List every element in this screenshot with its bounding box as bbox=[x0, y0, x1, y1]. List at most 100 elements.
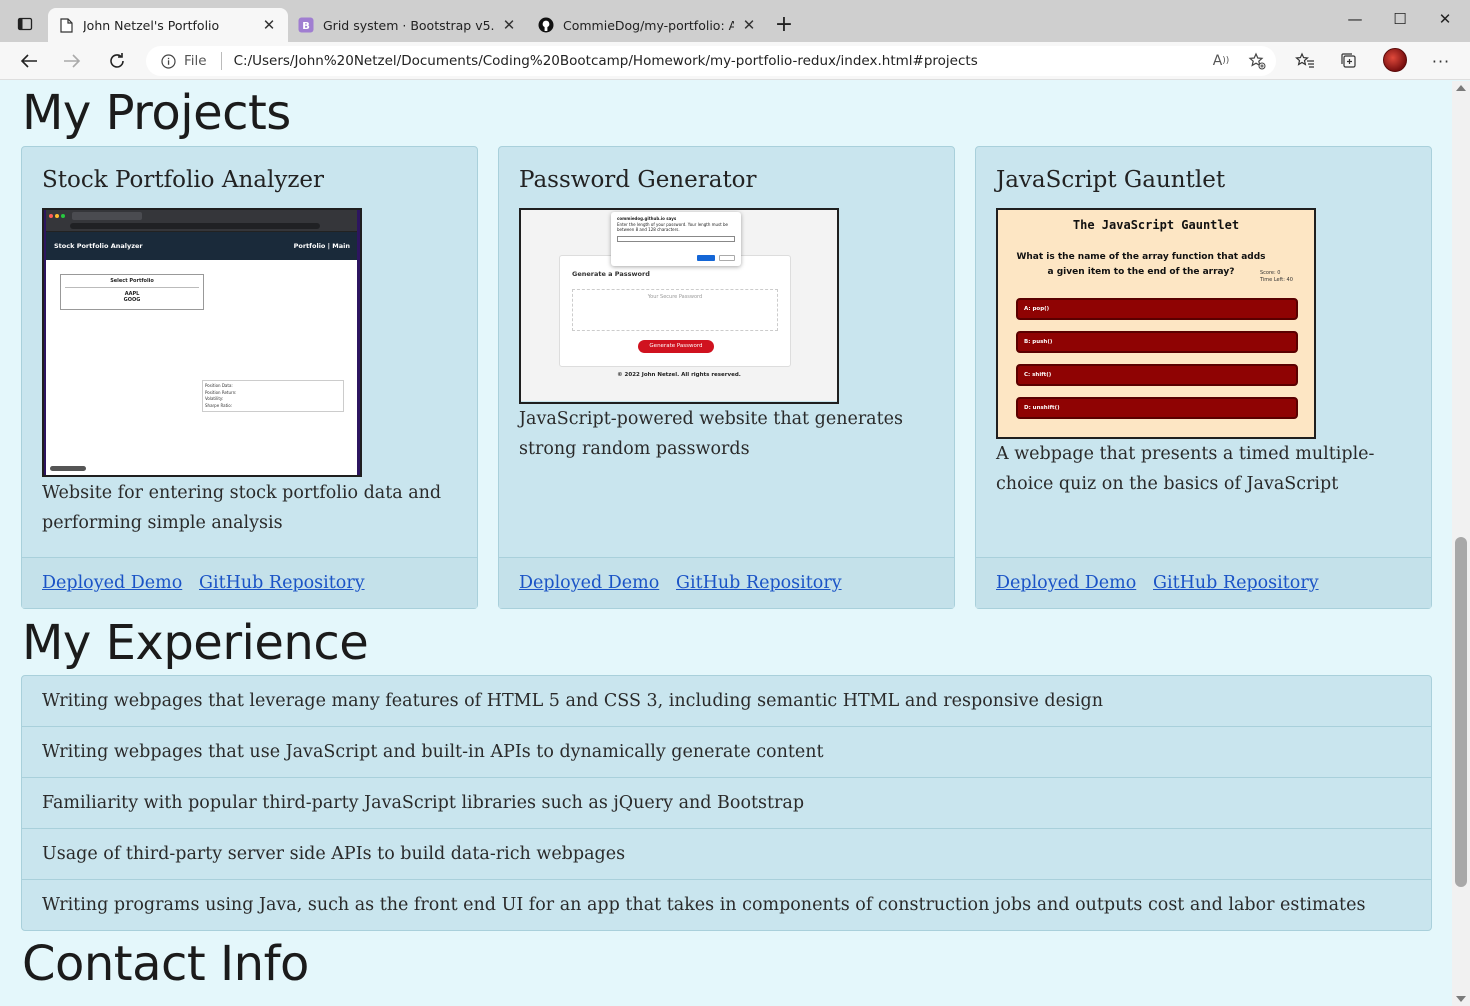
thumbnail-score-text: Score: 0 bbox=[1260, 270, 1281, 276]
github-repo-link[interactable]: GitHub Repository bbox=[199, 573, 365, 593]
list-item: Writing webpages that leverage many feat… bbox=[22, 676, 1431, 727]
project-title: JavaScript Gauntlet bbox=[996, 167, 1226, 193]
thumbnail-header-title: Stock Portfolio Analyzer bbox=[54, 242, 143, 250]
url-divider bbox=[220, 52, 222, 70]
thumbnail-quiz-question: What is the name of the array function t… bbox=[1016, 252, 1266, 277]
thumbnail-answer: C: shift() bbox=[1016, 364, 1298, 386]
collections-icon[interactable] bbox=[1335, 48, 1363, 74]
experience-heading: My Experience bbox=[22, 615, 369, 671]
url-scheme-label: File bbox=[184, 53, 207, 69]
list-item: Usage of third-party server side APIs to… bbox=[22, 829, 1431, 880]
project-description: Website for entering stock portfolio dat… bbox=[42, 483, 442, 533]
scroll-down-icon[interactable] bbox=[1456, 996, 1466, 1002]
tab-label: CommieDog/my-portfolio: A po bbox=[563, 17, 734, 33]
new-tab-button[interactable]: + bbox=[772, 14, 796, 38]
thumbnail-dialog-text: Enter the length of your password. Your … bbox=[617, 221, 728, 233]
thumbnail-status-pill bbox=[50, 466, 86, 471]
url-text[interactable]: C:/Users/John%20Netzel/Documents/Coding%… bbox=[234, 53, 978, 69]
page-viewport: My Projects Stock Portfolio Analyzer Sto… bbox=[0, 81, 1452, 1006]
read-aloud-icon[interactable]: A)) bbox=[1210, 51, 1232, 71]
contact-heading: Contact Info bbox=[22, 936, 309, 992]
thumbnail-panel: Generate a Password Your Secure Password… bbox=[559, 255, 791, 367]
project-screenshot: Stock Portfolio Analyzer Portfolio | Mai… bbox=[42, 208, 362, 477]
thumbnail-frame bbox=[357, 210, 360, 475]
back-icon[interactable] bbox=[15, 48, 43, 74]
tab-portfolio[interactable]: John Netzel's Portfolio ✕ bbox=[48, 8, 288, 42]
minimize-icon[interactable]: — bbox=[1340, 10, 1370, 32]
add-favorite-icon[interactable] bbox=[1246, 51, 1268, 71]
svg-text:B: B bbox=[302, 21, 310, 32]
thumbnail-panel-title: Generate a Password bbox=[572, 270, 650, 278]
forward-icon[interactable] bbox=[58, 48, 86, 74]
thumbnail-select-box: Select Portfolio AAPL GOOG bbox=[60, 274, 204, 310]
thumbnail-time-text: Time Left: 40 bbox=[1260, 277, 1293, 283]
thumbnail-password-area: Your Secure Password bbox=[572, 289, 778, 331]
thumbnail-answer: A: pop() bbox=[1016, 298, 1298, 320]
card-footer: Deployed Demo GitHub Repository bbox=[976, 557, 1431, 608]
tab-bootstrap[interactable]: B Grid system · Bootstrap v5.1 ✕ bbox=[288, 8, 528, 42]
tab-actions-icon[interactable] bbox=[10, 11, 40, 37]
experience-list: Writing webpages that leverage many feat… bbox=[21, 675, 1432, 931]
thumbnail-stats-box: Position Data: Position Return: Volatili… bbox=[202, 380, 344, 412]
github-icon bbox=[538, 17, 554, 33]
tab-label: John Netzel's Portfolio bbox=[83, 17, 220, 33]
thumbnail-box-item: GOOG bbox=[123, 297, 141, 303]
thumbnail-dialog-ok bbox=[697, 255, 715, 261]
list-item: Writing webpages that use JavaScript and… bbox=[22, 727, 1431, 778]
github-repo-link[interactable]: GitHub Repository bbox=[1153, 573, 1319, 593]
tab-github[interactable]: CommieDog/my-portfolio: A po ✕ bbox=[528, 8, 768, 42]
maximize-icon[interactable]: ☐ bbox=[1385, 10, 1415, 32]
thumbnail-frame bbox=[44, 210, 46, 475]
card-footer: Deployed Demo GitHub Repository bbox=[499, 557, 954, 608]
thumbnail-header: Stock Portfolio Analyzer Portfolio | Mai… bbox=[44, 232, 360, 260]
browser-toolbar: File C:/Users/John%20Netzel/Documents/Co… bbox=[0, 42, 1470, 80]
project-title: Password Generator bbox=[519, 167, 757, 193]
more-options-icon[interactable]: ··· bbox=[1427, 48, 1455, 74]
card-footer: Deployed Demo GitHub Repository bbox=[22, 557, 477, 608]
bootstrap-icon: B bbox=[298, 17, 314, 33]
thumbnail-header-nav: Portfolio | Main bbox=[293, 242, 350, 250]
project-card: Stock Portfolio Analyzer Stock Portfolio… bbox=[21, 146, 478, 609]
deployed-demo-link[interactable]: Deployed Demo bbox=[519, 573, 659, 593]
thumbnail-browser-bar bbox=[44, 210, 360, 232]
thumbnail-quiz-score: Score: 0 Time Left: 40 bbox=[1260, 270, 1293, 284]
tab-strip: John Netzel's Portfolio ✕ B Grid system … bbox=[0, 0, 1470, 42]
thumbnail-prompt-dialog: commiedog.github.io says Enter the lengt… bbox=[611, 212, 741, 266]
close-window-icon[interactable]: ✕ bbox=[1430, 10, 1460, 32]
projects-heading: My Projects bbox=[22, 85, 291, 141]
project-card: JavaScript Gauntlet The JavaScript Gaunt… bbox=[975, 146, 1432, 609]
thumbnail-dialog-cancel bbox=[719, 255, 735, 261]
list-item: Familiarity with popular third-party Jav… bbox=[22, 778, 1431, 829]
favorites-icon[interactable] bbox=[1291, 48, 1319, 74]
thumbnail-dialog-input bbox=[617, 235, 735, 242]
thumbnail-answer: D: unshift() bbox=[1016, 397, 1298, 419]
project-title: Stock Portfolio Analyzer bbox=[42, 167, 325, 193]
project-screenshot: The JavaScript Gauntlet What is the name… bbox=[996, 208, 1316, 439]
project-card: Password Generator Generate a Password Y… bbox=[498, 146, 955, 609]
info-icon[interactable] bbox=[158, 53, 178, 69]
deployed-demo-link[interactable]: Deployed Demo bbox=[42, 573, 182, 593]
close-tab-icon[interactable]: ✕ bbox=[500, 16, 518, 34]
thumbnail-quiz-title: The JavaScript Gauntlet bbox=[1072, 218, 1240, 232]
github-repo-link[interactable]: GitHub Repository bbox=[676, 573, 842, 593]
project-screenshot: Generate a Password Your Secure Password… bbox=[519, 208, 839, 404]
thumbnail-stat: Sharpe Ratio: bbox=[205, 402, 233, 408]
address-bar[interactable]: File C:/Users/John%20Netzel/Documents/Co… bbox=[146, 46, 1276, 76]
tab-label: Grid system · Bootstrap v5.1 bbox=[323, 17, 494, 33]
list-item: Writing programs using Java, such as the… bbox=[42, 895, 1366, 915]
profile-avatar[interactable] bbox=[1383, 48, 1407, 72]
page-icon bbox=[58, 17, 74, 33]
close-tab-icon[interactable]: ✕ bbox=[260, 16, 278, 34]
thumbnail-box-title: Select Portfolio bbox=[110, 278, 154, 284]
project-description: A webpage that presents a timed multiple… bbox=[996, 444, 1375, 494]
close-tab-icon[interactable]: ✕ bbox=[740, 16, 758, 34]
thumbnail-footer: © 2022 John Netzel. All rights reserved. bbox=[617, 372, 741, 378]
refresh-icon[interactable] bbox=[103, 48, 131, 74]
scroll-up-icon[interactable] bbox=[1456, 85, 1466, 91]
thumbnail-answer: B: push() bbox=[1016, 331, 1298, 353]
thumbnail-generate-button: Generate Password bbox=[638, 340, 714, 353]
deployed-demo-link[interactable]: Deployed Demo bbox=[996, 573, 1136, 593]
thumbnail-box-item: AAPL bbox=[65, 287, 199, 297]
scrollbar-thumb[interactable] bbox=[1455, 537, 1467, 887]
vertical-scrollbar[interactable] bbox=[1452, 81, 1470, 1006]
